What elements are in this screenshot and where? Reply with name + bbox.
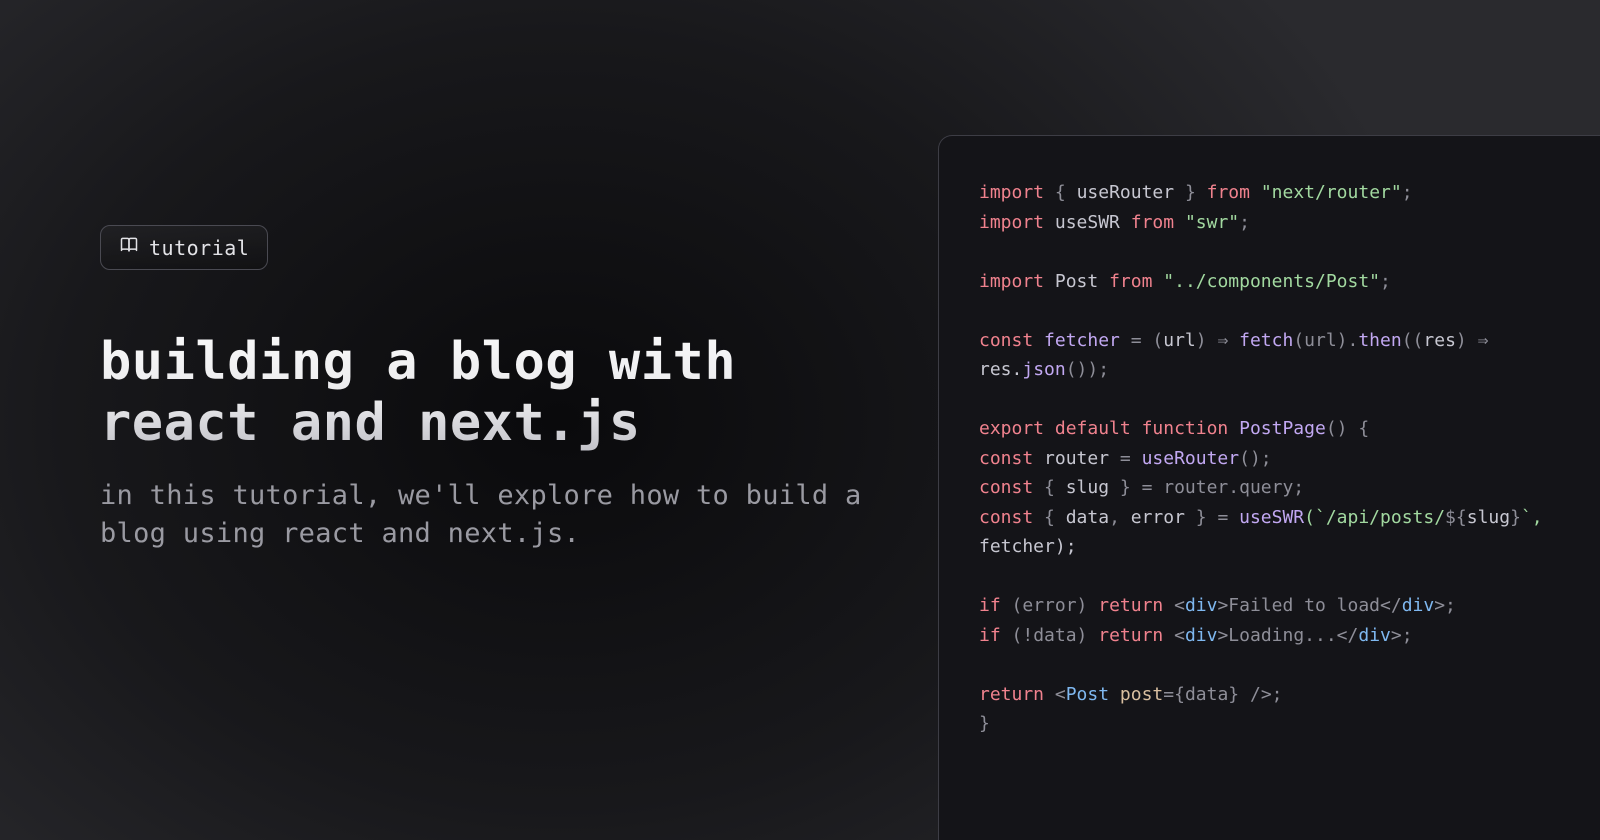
code-block: import { useRouter } from "next/router";… xyxy=(979,178,1564,739)
page-subtitle: in this tutorial, we'll explore how to b… xyxy=(100,477,880,554)
badge-label: tutorial xyxy=(149,236,249,260)
code-panel: import { useRouter } from "next/router";… xyxy=(938,135,1600,840)
book-icon xyxy=(119,235,139,260)
tutorial-badge: tutorial xyxy=(100,225,268,270)
page-title: building a blog with react and next.js xyxy=(100,332,880,455)
